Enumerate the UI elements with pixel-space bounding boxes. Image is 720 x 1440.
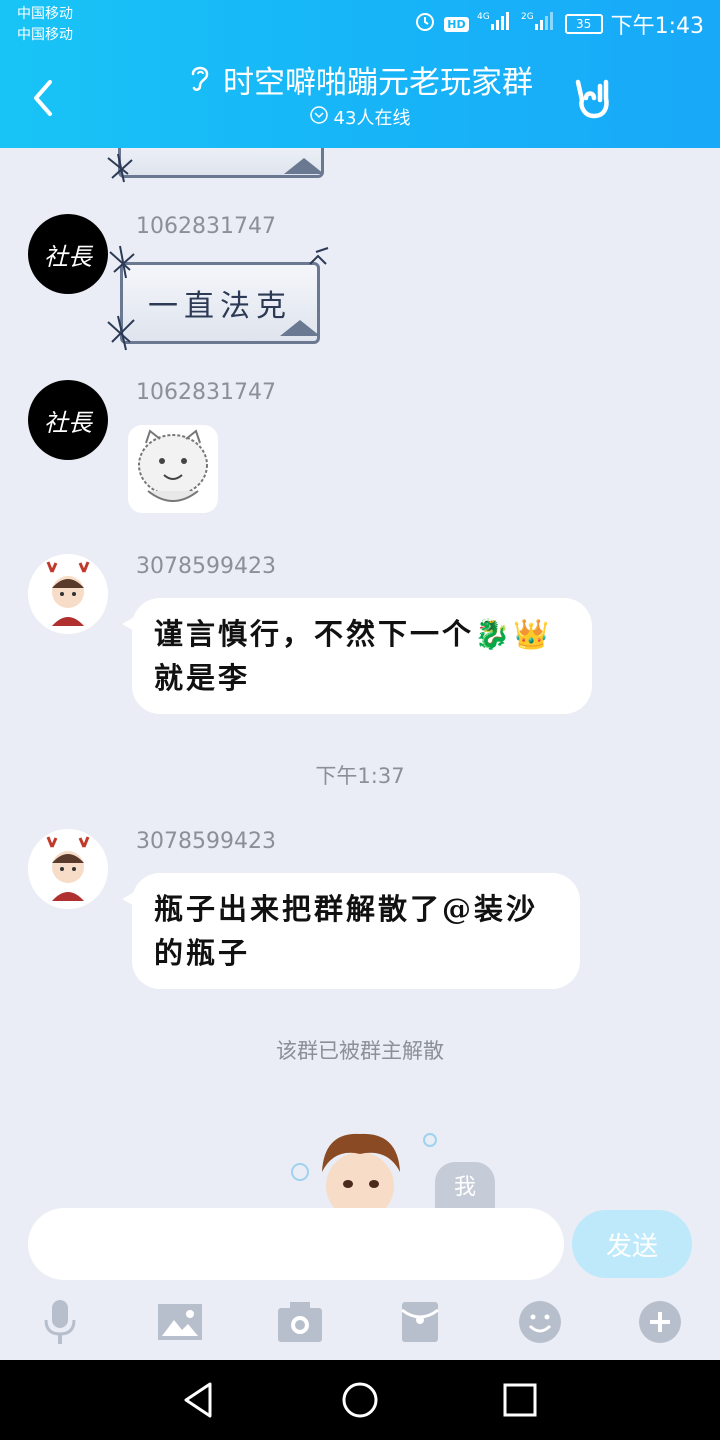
online-count-label: 43人在线 [333,108,411,129]
avatar[interactable] [28,554,108,634]
battery-indicator: 35 [564,14,603,34]
nav-home-button[interactable] [340,1380,380,1420]
group-menu-button[interactable] [572,76,612,120]
camera-icon [278,1302,322,1342]
message-list[interactable]: 社長 1062831747 一直法克 社長 1062831747 3078599… [0,148,720,1208]
avatar[interactable] [28,829,108,909]
avatar-text: 社長 [44,242,92,271]
system-notice: 该群已被群主解散 [276,1039,444,1063]
sender-name[interactable]: 3078599423 [136,829,276,854]
hd-badge: HD [444,16,469,32]
status-time: 下午1:43 [610,14,704,39]
reindeer-girl-avatar-icon [28,554,108,634]
ear-icon [187,62,213,104]
more-button[interactable] [636,1298,684,1346]
back-arrow-icon [34,80,52,116]
emoji-button[interactable] [516,1298,564,1346]
carrier-2: 中国移动 [17,27,73,43]
carrier-1: 中国移动 [17,6,73,22]
self-label: 我 [435,1162,495,1208]
message-input[interactable] [28,1208,564,1280]
microphone-icon [44,1300,76,1344]
red-packet-icon [401,1302,439,1342]
signal-4g-icon: 4G [477,10,513,38]
nav-recents-button[interactable] [500,1380,540,1420]
alarm-icon [414,10,436,38]
svg-text:2G: 2G [521,12,534,22]
chat-title-area[interactable]: 时空噼啪蹦元老玩家群 43人在线 [140,62,580,132]
image-button[interactable] [156,1298,204,1346]
chat-title-row: 时空噼啪蹦元老玩家群 [187,62,533,104]
rock-hand-icon [575,79,609,119]
sticker-image[interactable] [128,425,218,513]
ink-decoration-icon [107,245,329,351]
system-nav-bar [0,1360,720,1440]
avatar[interactable]: 社長 [28,380,108,460]
status-icons: HD 4G 2G 35 下午1:43 [414,10,704,39]
chevron-circle-icon [309,106,328,132]
back-button[interactable] [30,78,66,118]
send-button[interactable]: 发送 [572,1210,692,1278]
time-separator: 下午1:37 [315,764,405,788]
circle-home-icon [342,1382,378,1418]
avatar-text: 社長 [44,408,92,437]
message-text: 谨言慎行，不然下一个🐉👑就是李 [154,617,553,695]
online-count: 43人在线 [140,106,580,132]
triangle-back-icon [184,1382,212,1418]
signal-2g-icon: 2G [521,10,557,38]
sender-name[interactable]: 1062831747 [136,214,276,239]
sender-name[interactable]: 3078599423 [136,554,276,579]
svg-text:4G: 4G [477,12,490,22]
carrier-labels: 中国移动 中国移动 [17,4,73,46]
message-bubble[interactable]: 瓶子出来把群解散了@装沙的瓶子 [122,873,580,989]
reindeer-girl-avatar-icon [28,829,108,909]
message-bubble[interactable]: 谨言慎行，不然下一个🐉👑就是李 [122,598,592,714]
sender-name[interactable]: 1062831747 [136,380,276,405]
cat-face-sticker-icon [138,429,208,502]
image-icon [158,1304,202,1340]
message-text: 瓶子出来把群解散了@装沙的瓶子 [154,892,539,970]
status-bar: 中国移动 中国移动 HD 4G 2G 35 下午1:43 [0,0,720,48]
square-recents-icon [503,1383,537,1417]
chat-header: 中国移动 中国移动 HD 4G 2G 35 下午1:43 时空噼啪蹦元老玩家群 [0,0,720,148]
emoji-icon [519,1301,561,1343]
avatar[interactable]: 社長 [28,214,108,294]
camera-button[interactable] [276,1298,324,1346]
plus-icon [639,1301,681,1343]
ink-decoration-icon [107,153,324,183]
red-packet-button[interactable] [396,1298,444,1346]
chat-title: 时空噼啪蹦元老玩家群 [223,65,533,101]
self-cartoon-avatar-icon [291,1133,437,1208]
voice-button[interactable] [36,1298,84,1346]
nav-back-button[interactable] [180,1380,220,1420]
